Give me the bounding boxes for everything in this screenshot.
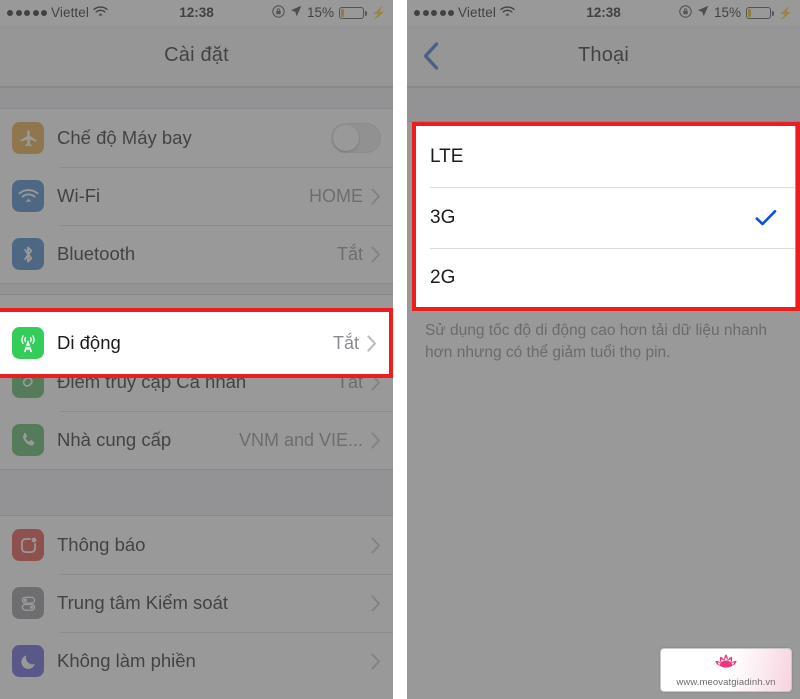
chevron-right-icon xyxy=(371,652,381,670)
row-value: Tắt xyxy=(336,371,363,392)
row-label: Nhà cung cấp xyxy=(57,429,172,450)
page-title: Thoại xyxy=(577,44,630,66)
row-value: Tắt xyxy=(332,332,359,353)
row-label: Thông báo xyxy=(57,534,146,555)
wifi-icon xyxy=(93,5,108,20)
settings-row-notifications[interactable]: Thông báo xyxy=(0,516,393,574)
section-gap xyxy=(0,283,393,295)
chevron-left-icon xyxy=(421,41,443,71)
row-value: Tắt xyxy=(336,243,363,264)
row-label: Trung tâm Kiểm soát xyxy=(57,592,229,613)
bluetooth-icon xyxy=(12,238,44,270)
battery-icon xyxy=(339,6,368,19)
highlighted-cellular-row[interactable]: Di động Tắt xyxy=(0,312,389,374)
voice-navbar: Thoại xyxy=(407,25,800,87)
highlighted-network-options[interactable]: LTE 3G 2G xyxy=(412,126,795,308)
chevron-right-icon xyxy=(371,431,381,449)
battery-percent: 15% xyxy=(714,5,742,20)
lotus-flower-icon xyxy=(709,652,743,676)
carrier-name: Viettel xyxy=(458,5,496,20)
settings-row-carrier[interactable]: Nhà cung cấp VNM and VIE... xyxy=(0,411,393,469)
screenshot-stage: Viettel 12:38 15% ⚡ Cài đặt Chế độ Máy b… xyxy=(0,0,800,699)
notifications-icon xyxy=(12,529,44,561)
battery-percent: 15% xyxy=(307,5,335,20)
option-label: 2G xyxy=(430,267,456,288)
airplane-mode-switch[interactable] xyxy=(331,123,381,153)
watermark: www.meovatgiadinh.vn xyxy=(660,648,792,692)
settings-row-control-center[interactable]: Trung tâm Kiểm soát xyxy=(0,574,393,632)
location-arrow-icon xyxy=(290,5,302,20)
settings-row-do-not-disturb[interactable]: Không làm phiền xyxy=(0,632,393,690)
chevron-right-icon xyxy=(367,334,377,352)
row-label: Điểm truy cập Cá nhân xyxy=(57,371,247,392)
chevron-right-icon xyxy=(371,373,381,391)
row-label: Chế độ Máy bay xyxy=(57,127,192,148)
row-label: Không làm phiền xyxy=(57,650,196,671)
option-label: 3G xyxy=(430,206,456,228)
option-label: LTE xyxy=(430,145,464,167)
settings-group-1: Chế độ Máy bay Wi-Fi HOME Bluetooth Tắt xyxy=(0,109,393,283)
airplane-icon xyxy=(12,122,44,154)
section-gap xyxy=(0,87,393,109)
lightning-bolt-icon: ⚡ xyxy=(778,5,793,20)
location-arrow-icon xyxy=(697,5,709,20)
settings-navbar: Cài đặt xyxy=(0,25,393,87)
row-value: VNM and VIE... xyxy=(238,429,363,450)
page-title: Cài đặt xyxy=(164,44,229,66)
chevron-right-icon xyxy=(371,536,381,554)
settings-group-3: Thông báo Trung tâm Kiểm soát Không làm … xyxy=(0,516,393,690)
status-bar: Viettel 12:38 15% ⚡ xyxy=(0,0,393,25)
cellular-tower-icon xyxy=(12,327,44,359)
section-gap xyxy=(407,87,800,122)
settings-row-wifi[interactable]: Wi-Fi HOME xyxy=(0,167,393,225)
settings-panel: Viettel 12:38 15% ⚡ Cài đặt Chế độ Máy b… xyxy=(0,0,393,699)
settings-row-bluetooth[interactable]: Bluetooth Tắt xyxy=(0,225,393,283)
wifi-icon xyxy=(12,180,44,212)
footnote-text: Sử dụng tốc độ di động cao hơn tải dữ li… xyxy=(425,322,768,362)
chevron-right-icon xyxy=(371,187,381,205)
back-button[interactable] xyxy=(421,41,443,71)
chevron-right-icon xyxy=(371,594,381,612)
row-label: Bluetooth xyxy=(57,243,136,264)
status-bar: Viettel 12:38 15% ⚡ xyxy=(407,0,800,25)
option-3g[interactable]: 3G xyxy=(412,187,795,248)
do-not-disturb-moon-icon xyxy=(12,645,44,677)
battery-icon xyxy=(746,6,775,19)
section-gap xyxy=(0,469,393,516)
row-label: Di động xyxy=(57,332,121,353)
row-value: HOME xyxy=(309,185,363,206)
checkmark-icon xyxy=(755,209,777,227)
option-2g[interactable]: 2G xyxy=(412,248,795,308)
voice-network-panel: Viettel 12:38 15% ⚡ Thoại Sử dụng tốc độ… xyxy=(407,0,800,699)
signal-strength-dots xyxy=(414,9,454,16)
row-label: Wi-Fi xyxy=(57,185,101,206)
rotation-lock-icon xyxy=(272,4,285,21)
signal-strength-dots xyxy=(7,9,47,16)
lightning-bolt-icon: ⚡ xyxy=(371,5,386,20)
wifi-icon xyxy=(500,5,515,20)
control-center-icon xyxy=(12,587,44,619)
chevron-right-icon xyxy=(371,245,381,263)
option-lte[interactable]: LTE xyxy=(412,126,795,187)
carrier-name: Viettel xyxy=(51,5,89,20)
settings-row-airplane-mode[interactable]: Chế độ Máy bay xyxy=(0,109,393,167)
watermark-url: www.meovatgiadinh.vn xyxy=(676,677,776,688)
rotation-lock-icon xyxy=(679,4,692,21)
phone-icon xyxy=(12,424,44,456)
